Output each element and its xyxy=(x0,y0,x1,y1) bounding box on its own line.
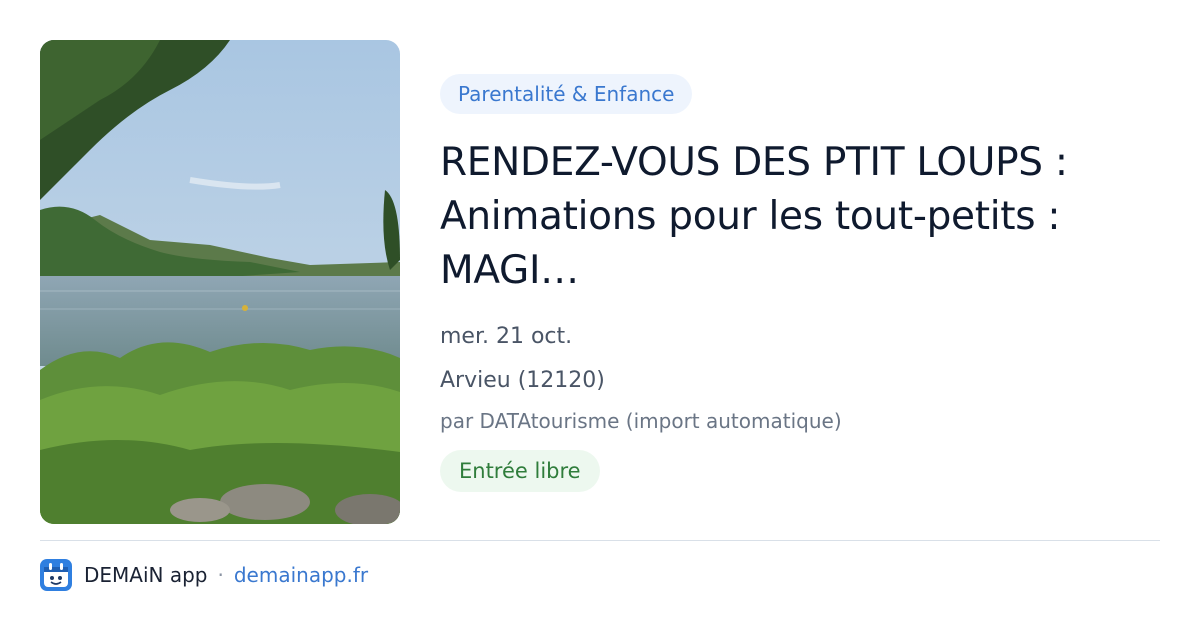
demain-app-logo-icon xyxy=(40,559,72,591)
event-date: mer. 21 oct. xyxy=(440,324,573,349)
event-title-line: RENDEZ-VOUS DES PTIT LOUPS : xyxy=(440,140,1068,185)
event-title[interactable]: RENDEZ-VOUS DES PTIT LOUPS : Animations … xyxy=(440,136,1160,298)
event-location: Arvieu (12120) xyxy=(440,368,605,393)
site-link[interactable]: demainapp.fr xyxy=(234,563,368,587)
event-source: par DATAtourisme (import automatique) xyxy=(440,409,842,433)
event-title-line: Animations pour les tout-petits : xyxy=(440,194,1061,239)
footer-separator: · xyxy=(217,563,224,587)
share-card[interactable]: Parentalité & Enfance RENDEZ-VOUS DES PT… xyxy=(0,0,1200,630)
event-photo xyxy=(40,40,400,524)
category-badge[interactable]: Parentalité & Enfance xyxy=(440,74,693,114)
footer: DEMAiN app · demainapp.fr xyxy=(40,558,368,592)
event-title-line: MAGI… xyxy=(440,248,579,293)
footer-divider xyxy=(40,540,1160,541)
price-badge: Entrée libre xyxy=(440,450,600,492)
event-details: Parentalité & Enfance RENDEZ-VOUS DES PT… xyxy=(440,74,1160,492)
app-name: DEMAiN app xyxy=(84,563,208,587)
